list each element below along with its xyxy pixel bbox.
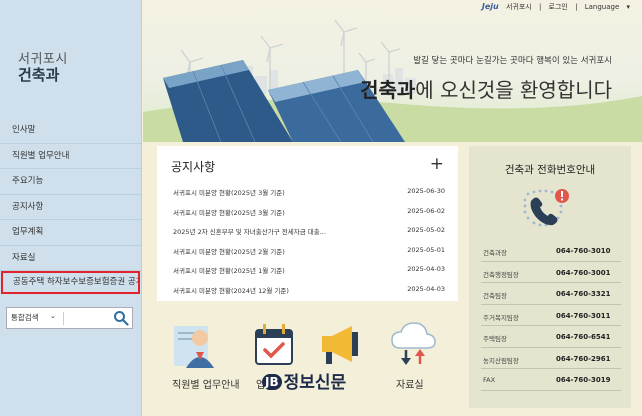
phone-item-name: FAX — [483, 376, 496, 384]
slogan: 발길 닿는 곳마다 눈길가는 곳마다 행복이 있는 서귀포시 — [413, 56, 612, 66]
top-utility-bar: Jeju 서귀포시 | 로그인 | Language ▾ — [477, 2, 630, 12]
sidebar: 서귀포시 건축과 인사말 직원별 업무안내 주요기능 공지사항 업무계획 자료실… — [0, 0, 142, 416]
solar-farm-illustration — [143, 19, 642, 142]
notice-item-title[interactable]: 서귀포시 미분양 현황(2024년 12월 기준) — [173, 285, 289, 295]
notice-item-date: 2025-06-30 — [407, 187, 445, 195]
sidebar-item-work-plan[interactable]: 업무계획 — [0, 220, 142, 246]
phone-item-number[interactable]: 064-760-3019 — [556, 376, 611, 384]
watermark-logo: JB — [262, 374, 282, 390]
cloud-download-icon — [391, 322, 436, 365]
jeju-logo[interactable]: Jeju — [482, 2, 499, 11]
sidebar-item-defect-warranty[interactable]: 공동주택 하자보수보증보험증권 공개 — [1, 271, 140, 294]
notice-item-date: 2025-05-01 — [407, 245, 445, 254]
separator: | — [575, 3, 578, 11]
notice-list: 서귀포시 미분양 현황(2025년 3월 기준) 2025-06-30 서귀포시 … — [173, 187, 445, 304]
sidebar-item-archive[interactable]: 자료실 — [0, 246, 142, 271]
phone-item-number[interactable]: 064-760-3001 — [556, 269, 611, 277]
list-item: 농지산림팀장 064-760-2961 — [481, 348, 621, 369]
welcome-text: 에 오신것을 환영합니다 — [415, 78, 612, 102]
phone-item-name: 주거복지팀장 — [483, 313, 519, 322]
phone-item-name: 건축행정팀장 — [483, 270, 519, 279]
chevron-down-icon[interactable]: ⌄ — [50, 312, 56, 320]
quick-link-staff[interactable]: 직원별 업무안내 — [160, 318, 240, 391]
phone-item-name: 건축팀장 — [483, 292, 507, 300]
hero-banner: Jeju 서귀포시 | 로그인 | Language ▾ 발길 닿는 곳마다 눈… — [143, 0, 642, 142]
login-link[interactable]: 로그인 — [549, 3, 568, 11]
phone-item-number[interactable]: 064-760-6541 — [556, 333, 611, 341]
phone-list: 건축과장 064-760-3010 건축행정팀장 064-760-3001 건축팀장… — [481, 240, 621, 391]
notice-title: 공지사항 — [171, 160, 216, 174]
phone-item-number[interactable]: 064-760-3011 — [556, 312, 611, 320]
list-item[interactable]: 서귀포시 미분양 현황(2025년 3월 기준) 2025-06-30 — [173, 187, 445, 207]
sidebar-item-notices[interactable]: 공지사항 — [0, 195, 142, 220]
phone-icon — [523, 189, 569, 227]
watermark-text: 정보신문 — [283, 373, 347, 393]
phone-item-name: 건축과장 — [483, 249, 507, 257]
list-item[interactable]: 서귀포시 미분양 현황(2025년 1월 기준) 2025-04-03 — [173, 265, 445, 285]
search-icon[interactable] — [113, 310, 129, 326]
news-watermark: JB 정보신문 — [262, 368, 346, 393]
sidebar-item-staff-duties[interactable]: 직원별 업무안내 — [0, 144, 142, 169]
notice-item-date: 2025-04-03 — [407, 284, 445, 293]
quick-link-archive[interactable]: 자료실 — [388, 318, 438, 391]
notice-item-title[interactable]: 서귀포시 미분양 현황(2025년 1월 기준) — [173, 265, 285, 275]
notice-board: 공지사항 + 서귀포시 미분양 현황(2025년 3월 기준) 2025-06-3… — [157, 146, 458, 301]
phone-item-name: 농지산림팀장 — [483, 356, 519, 365]
sidebar-menu: 인사말 직원별 업무안내 주요기능 공지사항 업무계획 자료실 공동주택 하자보… — [0, 118, 142, 294]
phone-item-name: 주택팀장 — [483, 335, 507, 343]
phone-directory-title: 건축과 전화번호안내 — [504, 164, 596, 176]
notice-item-date: 2025-04-03 — [407, 265, 445, 273]
list-item: 건축과장 064-760-3010 — [481, 240, 621, 262]
sidebar-item-main-functions[interactable]: 주요기능 — [0, 169, 142, 195]
megaphone-icon — [322, 326, 358, 364]
notice-item-title[interactable]: 서귀포시 미분양 현황(2025년 2월 기준) — [173, 246, 285, 256]
list-item[interactable]: 2025년 2차 신혼부부 및 자녀출산가구 전세자금 대출... 2025-05… — [173, 226, 445, 246]
sidebar-search: 통합검색 ⌄ — [6, 307, 133, 329]
notice-item-title[interactable]: 2025년 2차 신혼부부 및 자녀출산가구 전세자금 대출... — [173, 226, 326, 236]
quick-link-label: 직원별 업무안내 — [172, 380, 240, 391]
list-item: 주거복지팀장 064-760-3011 — [481, 305, 621, 326]
plus-icon[interactable]: + — [430, 156, 444, 173]
list-item: 건축행정팀장 064-760-3001 — [481, 262, 621, 283]
welcome-heading: 건축과에 오신것을 환영합니다 — [360, 74, 612, 103]
phone-item-number[interactable]: 064-760-3321 — [556, 290, 611, 298]
language-select[interactable]: Language — [585, 3, 620, 11]
phone-directory: 건축과 전화번호안내 건축과장 064-760-3010 건축행정팀장 064-76… — [469, 146, 631, 408]
site-name-link[interactable]: 서귀포시 — [506, 3, 532, 11]
list-item: 주택팀장 064-760-6541 — [481, 326, 621, 348]
notice-item-title[interactable]: 서귀포시 미분양 현황(2025년 3월 기준) — [173, 187, 285, 197]
list-item: FAX 064-760-3019 — [481, 369, 621, 391]
search-scope-select[interactable]: 통합검색 — [11, 312, 39, 323]
list-item[interactable]: 서귀포시 미분양 현황(2024년 12월 기준) 2025-04-03 — [173, 285, 445, 305]
calendar-check-icon — [255, 324, 293, 365]
separator: | — [538, 3, 542, 11]
quick-link-label: 자료실 — [396, 380, 424, 391]
search-divider — [63, 312, 64, 325]
notice-item-date: 2025-05-02 — [407, 226, 445, 234]
department-title[interactable]: 건축과 — [18, 64, 59, 85]
notice-item-title[interactable]: 서귀포시 미분양 현황(2025년 3월 기준) — [173, 207, 285, 217]
list-item: 건축팀장 064-760-3321 — [481, 283, 621, 305]
sidebar-item-greeting[interactable]: 인사말 — [0, 118, 142, 144]
phone-item-number[interactable]: 064-760-2961 — [556, 355, 611, 363]
welcome-department: 건축과 — [360, 78, 416, 102]
chevron-down-icon[interactable]: ▾ — [626, 3, 630, 11]
list-item[interactable]: 서귀포시 미분양 현황(2025년 2월 기준) 2025-05-01 — [173, 246, 445, 266]
list-item[interactable]: 서귀포시 미분양 현황(2025년 3월 기준) 2025-06-02 — [173, 207, 445, 227]
staff-icon — [174, 326, 214, 368]
phone-item-number[interactable]: 064-760-3010 — [556, 247, 611, 255]
notice-item-date: 2025-06-02 — [407, 206, 445, 215]
